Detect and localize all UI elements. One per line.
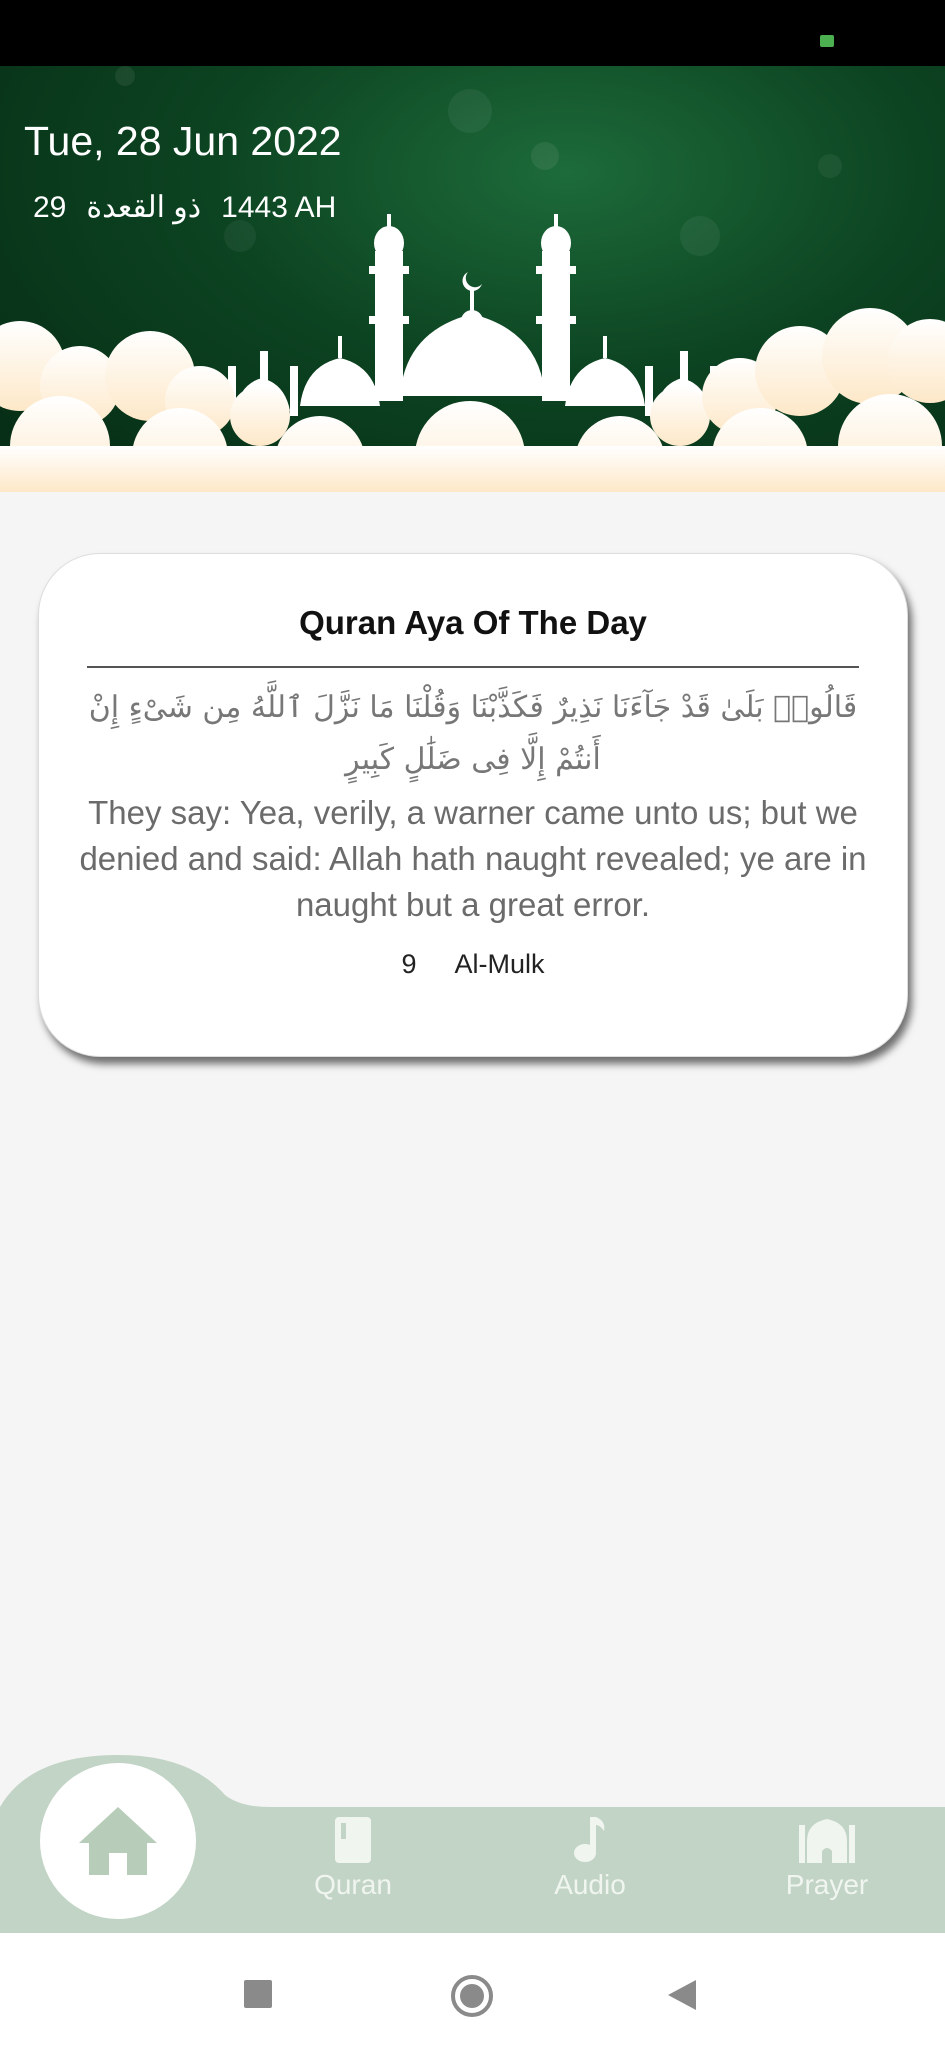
- system-navigation-bar: [0, 1933, 945, 2048]
- gregorian-date: Tue, 28 Jun 2022: [24, 118, 342, 164]
- card-divider: [87, 666, 859, 668]
- battery-icon: [820, 35, 834, 47]
- book-icon: [335, 1817, 371, 1863]
- home-circle-icon[interactable]: [450, 1974, 494, 2018]
- hijri-year: 1443 AH: [221, 190, 337, 224]
- status-bar: [0, 0, 945, 66]
- nav-audio-label: Audio: [554, 1869, 626, 1900]
- recents-square-icon[interactable]: [243, 1979, 273, 2009]
- nav-prayer-label: Prayer: [785, 1869, 869, 1900]
- nav-home-button[interactable]: [40, 1763, 196, 1919]
- aya-of-the-day-card[interactable]: Quran Aya Of The Day قَالُوا۟ بَلَىٰ قَد…: [38, 553, 908, 1057]
- back-triangle-icon[interactable]: [666, 1978, 698, 2012]
- verse-translation: They say: Yea, verily, a warner came unt…: [79, 794, 867, 923]
- header-banner: Tue, 28 Jun 2022 29 ذو القعدة 1443 AH: [0, 66, 945, 492]
- nav-prayer-button[interactable]: Prayer: [747, 1815, 907, 1901]
- verse-reference: 9 Al-Mulk: [39, 949, 907, 980]
- hijri-date: 29 ذو القعدة 1443 AH: [33, 190, 356, 225]
- hijri-day: 29: [33, 190, 67, 224]
- music-note-icon: [574, 1817, 605, 1862]
- card-title: Quran Aya Of The Day: [299, 604, 647, 641]
- arabic-verse: قَالُوا۟ بَلَىٰ قَدْ جَآءَنَا نَذِيرٌ فَ…: [88, 690, 858, 777]
- nav-quran-button[interactable]: Quran: [273, 1815, 433, 1901]
- bottom-navigation: Quran Audio Prayer: [0, 1755, 945, 1933]
- verse-number: 9: [401, 949, 417, 979]
- surah-name: Al-Mulk: [454, 949, 545, 979]
- mosque-icon: [799, 1819, 855, 1863]
- nav-audio-button[interactable]: Audio: [510, 1815, 670, 1901]
- nav-quran-label: Quran: [314, 1869, 392, 1900]
- home-icon: [79, 1807, 157, 1875]
- hijri-month: ذو القعدة: [86, 191, 202, 224]
